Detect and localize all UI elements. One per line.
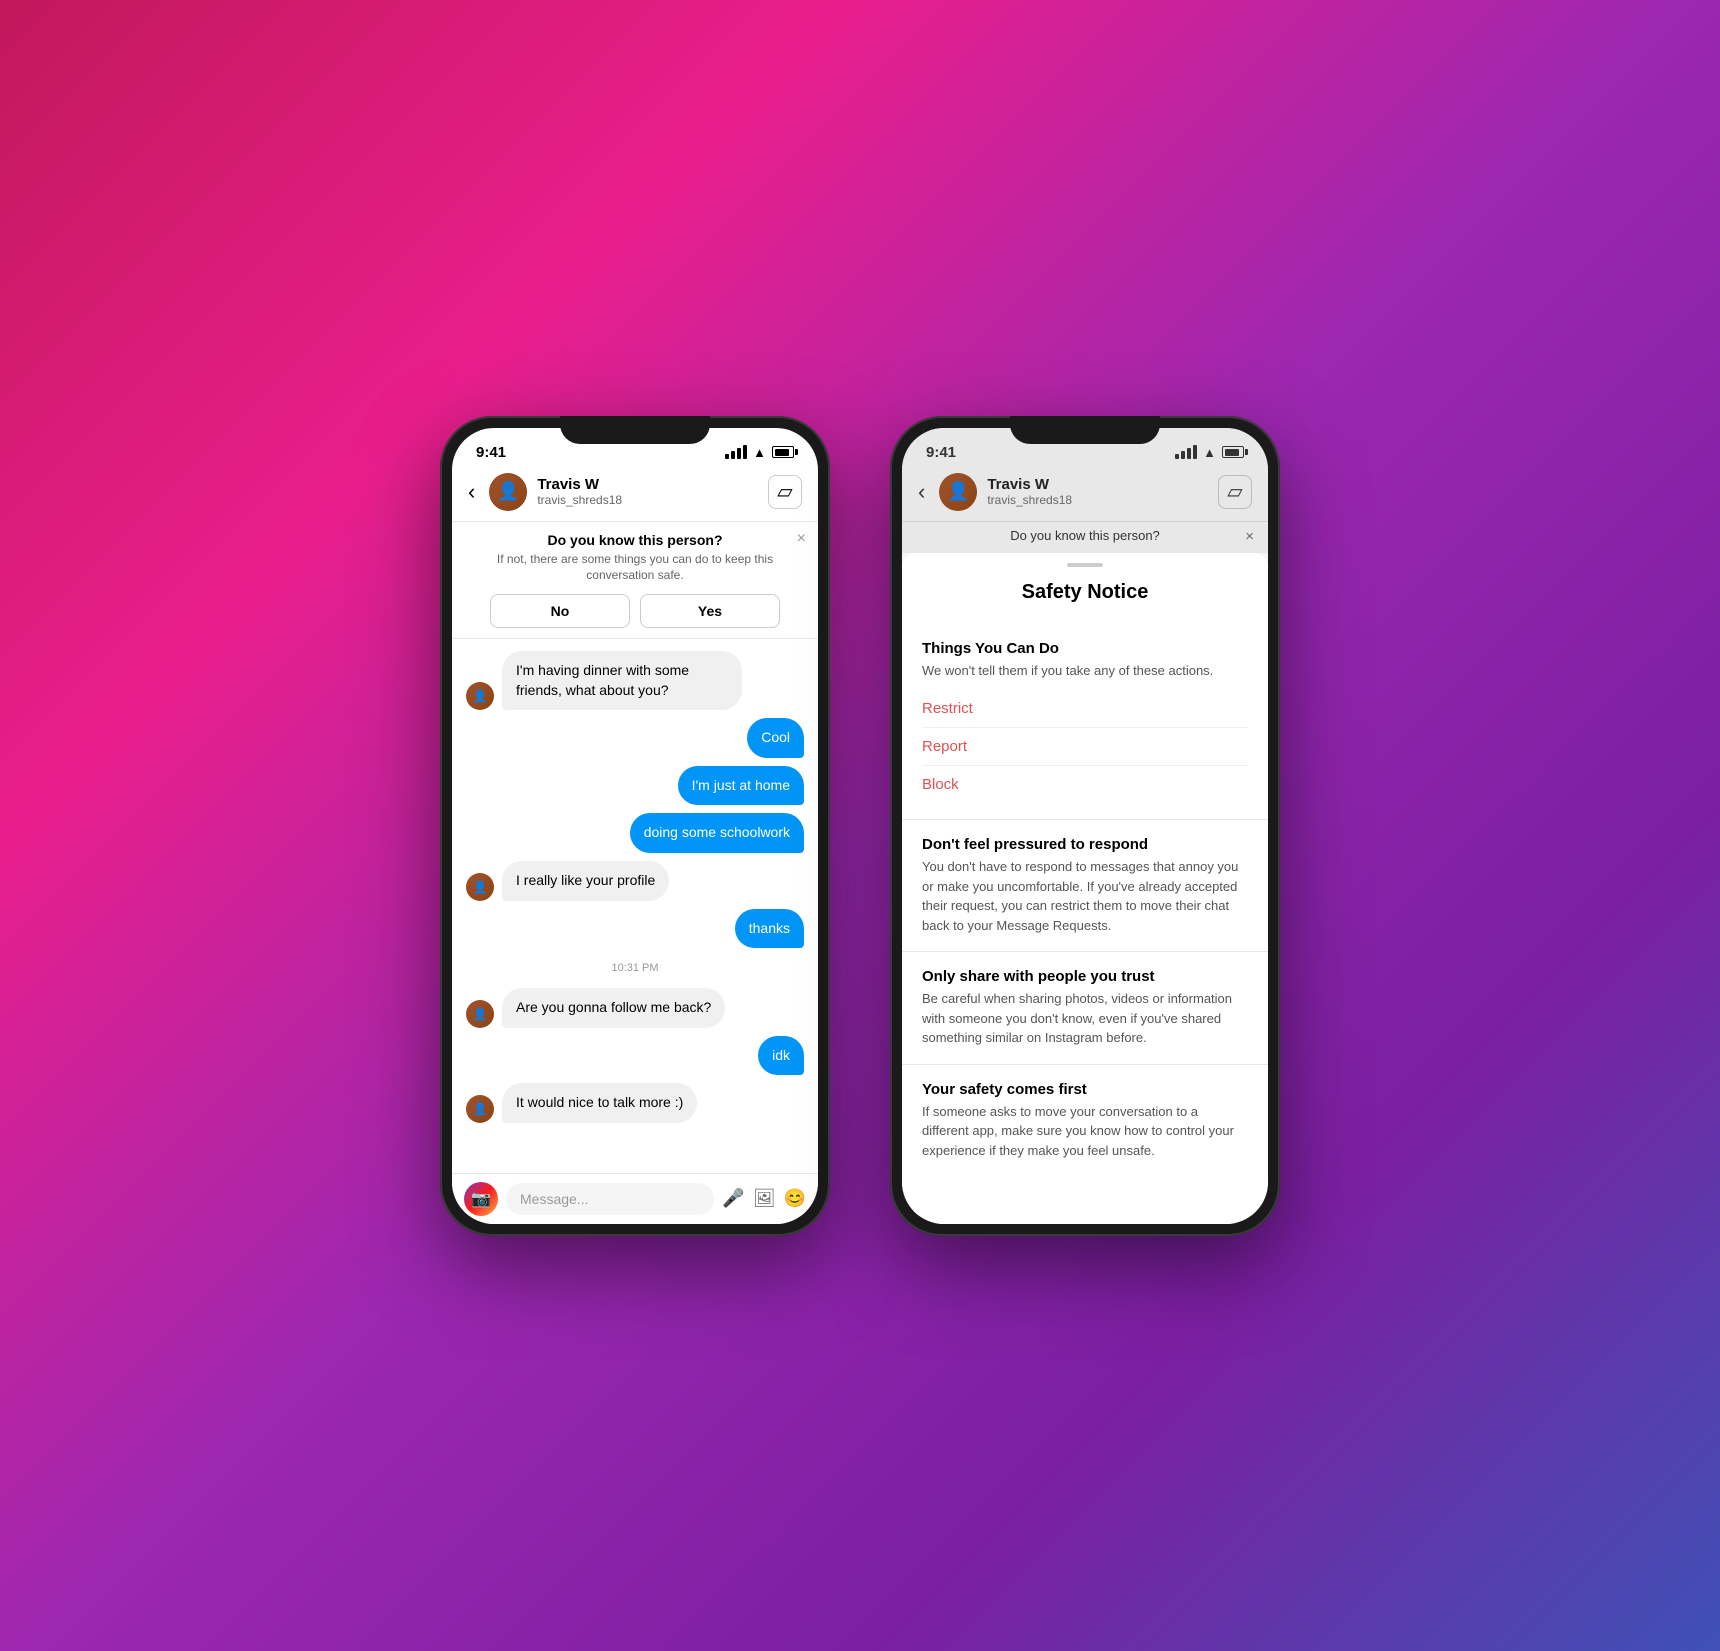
- phone-2-screen: 9:41 ▲ ‹ 👤 Travis W: [902, 428, 1268, 1224]
- video-call-icon-2: ▱: [1227, 479, 1242, 504]
- know-person-banner-2: × Do you know this person?: [902, 522, 1268, 553]
- safety-title: Safety Notice: [902, 581, 1268, 604]
- actions-list: Restrict Report Block: [922, 680, 1248, 803]
- your-safety-heading: Your safety comes first: [922, 1081, 1248, 1098]
- contact-handle-1: travis_shreds18: [537, 493, 758, 507]
- sticker-icon[interactable]: 😊: [784, 1188, 806, 1209]
- avatar: 👤: [466, 1095, 494, 1123]
- banner-title-1: Do you know this person?: [468, 532, 802, 548]
- avatar-image-1: 👤: [489, 473, 527, 511]
- things-heading: Things You Can Do: [922, 640, 1248, 657]
- list-item: idk: [758, 1036, 804, 1076]
- table-row: Cool: [466, 718, 804, 758]
- table-row: 👤 Are you gonna follow me back?: [466, 988, 804, 1028]
- avatar-image-2: 👤: [939, 473, 977, 511]
- banner-subtitle-1: If not, there are some things you can do…: [468, 551, 802, 585]
- avatar: 👤: [466, 682, 494, 710]
- contact-name-2: Travis W: [987, 476, 1208, 493]
- block-link[interactable]: Block: [922, 766, 1248, 803]
- no-pressure-heading: Don't feel pressured to respond: [922, 836, 1248, 853]
- phone-2-notch: [1010, 416, 1160, 444]
- chat-header-2: ‹ 👤 Travis W travis_shreds18 ▱: [902, 465, 1268, 522]
- table-row: doing some schoolwork: [466, 813, 804, 853]
- banner-buttons-1: No Yes: [468, 594, 802, 628]
- only-share-section: Only share with people you trust Be care…: [902, 952, 1268, 1065]
- wifi-icon: ▲: [753, 445, 766, 460]
- things-subtext: We won't tell them if you take any of th…: [922, 661, 1248, 681]
- status-icons-2: ▲: [1175, 445, 1244, 460]
- back-button-2[interactable]: ‹: [918, 479, 929, 505]
- contact-info-1: Travis W travis_shreds18: [537, 476, 758, 507]
- battery-icon-2: [1222, 446, 1244, 458]
- banner-close-button-1[interactable]: ×: [797, 530, 806, 548]
- only-share-text: Be careful when sharing photos, videos o…: [922, 989, 1248, 1048]
- banner-close-button-2[interactable]: ×: [1245, 528, 1254, 545]
- status-icons-1: ▲: [725, 445, 794, 460]
- table-row: I'm just at home: [466, 766, 804, 806]
- table-row: idk: [466, 1036, 804, 1076]
- things-section: Things You Can Do We won't tell them if …: [902, 624, 1268, 821]
- contact-info-2: Travis W travis_shreds18: [987, 476, 1208, 507]
- phone-1: 9:41 ▲ ‹ 👤 Travis W: [440, 416, 830, 1236]
- camera-icon: 📷: [471, 1189, 491, 1209]
- table-row: 👤 I really like your profile: [466, 861, 804, 901]
- contact-handle-2: travis_shreds18: [987, 493, 1208, 507]
- no-pressure-section: Don't feel pressured to respond You don'…: [902, 820, 1268, 952]
- yes-button-1[interactable]: Yes: [640, 594, 780, 628]
- safety-sheet: Safety Notice Things You Can Do We won't…: [902, 553, 1268, 1224]
- avatar: 👤: [466, 873, 494, 901]
- time-divider: 10:31 PM: [466, 962, 804, 974]
- wifi-icon-2: ▲: [1203, 445, 1216, 460]
- restrict-link[interactable]: Restrict: [922, 690, 1248, 728]
- know-person-banner-1: × Do you know this person? If not, there…: [452, 522, 818, 640]
- signal-icon: [725, 445, 747, 459]
- battery-icon: [772, 446, 794, 458]
- phone-2: 9:41 ▲ ‹ 👤 Travis W: [890, 416, 1280, 1236]
- avatar-1: 👤: [489, 473, 527, 511]
- chat-header-1: ‹ 👤 Travis W travis_shreds18 ▱: [452, 465, 818, 522]
- gallery-icon[interactable]: 🖼: [753, 1188, 776, 1209]
- only-share-heading: Only share with people you trust: [922, 968, 1248, 985]
- banner-title-2: Do you know this person?: [918, 528, 1252, 543]
- list-item: It would nice to talk more :): [502, 1083, 697, 1123]
- message-input[interactable]: Message...: [506, 1183, 714, 1215]
- camera-button[interactable]: 📷: [464, 1182, 498, 1216]
- sheet-handle: [1067, 563, 1103, 567]
- no-button-1[interactable]: No: [490, 594, 630, 628]
- avatar-2: 👤: [939, 473, 977, 511]
- list-item: doing some schoolwork: [630, 813, 804, 853]
- your-safety-text: If someone asks to move your conversatio…: [922, 1102, 1248, 1161]
- avatar: 👤: [466, 1000, 494, 1028]
- list-item: I'm just at home: [678, 766, 804, 806]
- contact-name-1: Travis W: [537, 476, 758, 493]
- phone-1-screen: 9:41 ▲ ‹ 👤 Travis W: [452, 428, 818, 1224]
- list-item: I'm having dinner with some friends, wha…: [502, 651, 742, 710]
- table-row: 👤 It would nice to talk more :): [466, 1083, 804, 1123]
- list-item: thanks: [735, 909, 804, 949]
- list-item: I really like your profile: [502, 861, 669, 901]
- phone-notch: [560, 416, 710, 444]
- list-item: Are you gonna follow me back?: [502, 988, 725, 1028]
- your-safety-section: Your safety comes first If someone asks …: [902, 1065, 1268, 1177]
- table-row: thanks: [466, 909, 804, 949]
- status-time-2: 9:41: [926, 444, 956, 461]
- video-call-icon: ▱: [777, 479, 792, 504]
- no-pressure-text: You don't have to respond to messages th…: [922, 857, 1248, 935]
- mic-icon[interactable]: 🎤: [722, 1188, 744, 1209]
- video-call-button-2[interactable]: ▱: [1218, 475, 1252, 509]
- back-button-1[interactable]: ‹: [468, 479, 479, 505]
- report-link[interactable]: Report: [922, 728, 1248, 766]
- video-call-button-1[interactable]: ▱: [768, 475, 802, 509]
- table-row: 👤 I'm having dinner with some friends, w…: [466, 651, 804, 710]
- messages-area-1: 👤 I'm having dinner with some friends, w…: [452, 639, 818, 1172]
- status-time-1: 9:41: [476, 444, 506, 461]
- input-bar-1: 📷 Message... 🎤 🖼 😊: [452, 1173, 818, 1224]
- list-item: Cool: [747, 718, 804, 758]
- signal-icon-2: [1175, 445, 1197, 459]
